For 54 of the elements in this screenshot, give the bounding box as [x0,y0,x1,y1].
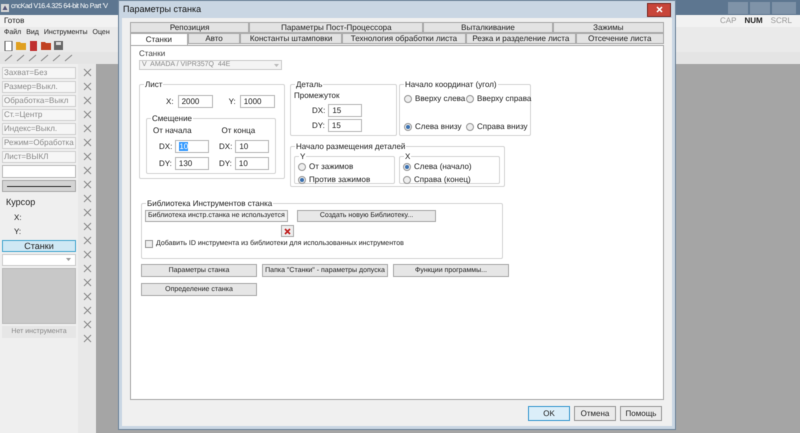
dialog-button[interactable]: Отмена [574,406,616,420]
dialog-button[interactable]: OK [528,406,570,420]
radio-label: Слева (начало) [414,161,472,173]
status-indicator: CAP [720,15,736,27]
radio-label: Справа (конец) [414,174,471,186]
radio-label: От зажимов [309,161,354,173]
radio-label: Против зажимов [309,174,370,186]
group-title: Деталь [295,79,324,91]
field-label: DX: [159,140,172,152]
status-indicator: SCRL [770,15,792,27]
field-label: DX: [219,140,232,152]
y-label: Y: [13,226,22,238]
input-field[interactable]: 10 [234,157,269,170]
group-title: Начало размещения деталей [295,141,406,153]
field-label: Y: [228,96,236,108]
tab[interactable]: Станки [130,33,188,46]
input-field[interactable]: 2000 [178,95,213,108]
cursor-title: Курсор [5,196,36,209]
machines-button[interactable]: Станки [2,240,76,252]
field-label: DY: [159,158,172,170]
radio-label: Вверху слева [415,93,466,105]
field-label: DX: [312,104,326,116]
radio-label: Справа внизу [477,121,528,133]
field-label: Станки [139,48,166,60]
input-field[interactable]: 15 [328,104,362,117]
status-text: Готов [4,15,24,27]
field-label: X: [166,96,174,108]
status-indicator: NUM [744,15,763,27]
tab[interactable]: Параметры Пост-Процессора [249,22,424,33]
group-title: Смещение [151,113,194,125]
dialog-title: Параметры станка [123,2,202,16]
x-label: X: [13,212,23,224]
tab[interactable]: Зажимы [552,22,664,33]
tab[interactable]: Константы штамповки [240,33,342,44]
column-label: От конца [222,125,256,137]
group-title: Начало координат (угол) [404,79,498,91]
group-title: Библиотека Инструментов станка [146,198,274,210]
tab[interactable]: Репозиция [130,22,250,33]
tab[interactable]: Резка и разделение листа [466,33,576,44]
input-field[interactable]: 130 [174,157,209,170]
field-label: DY: [219,158,232,170]
tab[interactable]: Технология обработки листа [342,33,466,44]
tab[interactable]: Выталкивание [423,22,553,33]
input-field[interactable]: 10 [235,140,270,153]
radio-label: Вверху справа [477,93,532,105]
dialog-button[interactable]: Помощь [620,406,662,420]
field-label: Промежуток [294,90,340,102]
tab[interactable]: Отсечение листа [576,33,664,44]
input-field[interactable]: 15 [328,119,362,132]
radio-label: Слева внизу [415,121,462,133]
tab[interactable]: Авто [188,33,240,44]
column-label: От начала [153,125,192,137]
field-label: DY: [312,120,325,132]
input-field[interactable]: 1000 [240,95,275,108]
